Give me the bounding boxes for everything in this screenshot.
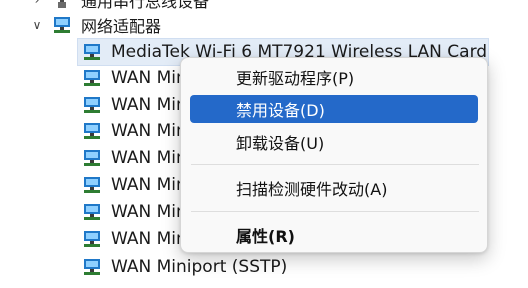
chevron-right-icon[interactable]: ›	[30, 0, 44, 7]
network-adapter-icon	[84, 231, 100, 247]
menu-separator	[191, 211, 479, 212]
network-adapter-icon	[84, 150, 100, 166]
network-adapter-icon	[84, 70, 100, 86]
network-adapter-icon	[54, 17, 70, 33]
tree-item-label: WAN Miniport (SSTP)	[111, 257, 288, 277]
tree-item-label: 通用串行总线设备	[81, 0, 210, 11]
menu-item-uninstall-device[interactable]: 卸载设备(U)	[190, 128, 478, 156]
usb-device-icon	[58, 0, 66, 8]
network-adapter-icon	[84, 97, 100, 113]
tree-item-label: 网络适配器	[81, 17, 162, 36]
chevron-down-icon[interactable]: ∨	[30, 18, 44, 32]
menu-item-update-driver[interactable]: 更新驱动程序(P)	[190, 63, 478, 91]
network-adapter-icon	[84, 123, 100, 139]
network-adapter-icon	[84, 204, 100, 220]
context-menu: 更新驱动程序(P) 禁用设备(D) 卸载设备(U) 扫描检测硬件改动(A) 属性…	[180, 57, 488, 253]
network-adapter-icon	[84, 259, 100, 275]
menu-item-properties[interactable]: 属性(R)	[190, 221, 478, 249]
network-adapter-icon	[84, 177, 100, 193]
menu-separator	[191, 164, 479, 165]
network-adapter-icon	[84, 44, 100, 60]
tree-item-network-adapters[interactable]: ∨ 网络适配器	[30, 12, 161, 38]
tree-item-device[interactable]: WAN Miniport (SSTP)	[82, 254, 287, 280]
menu-item-scan-hardware-changes[interactable]: 扫描检测硬件改动(A)	[190, 174, 478, 202]
menu-item-disable-device[interactable]: 禁用设备(D)	[190, 95, 478, 123]
